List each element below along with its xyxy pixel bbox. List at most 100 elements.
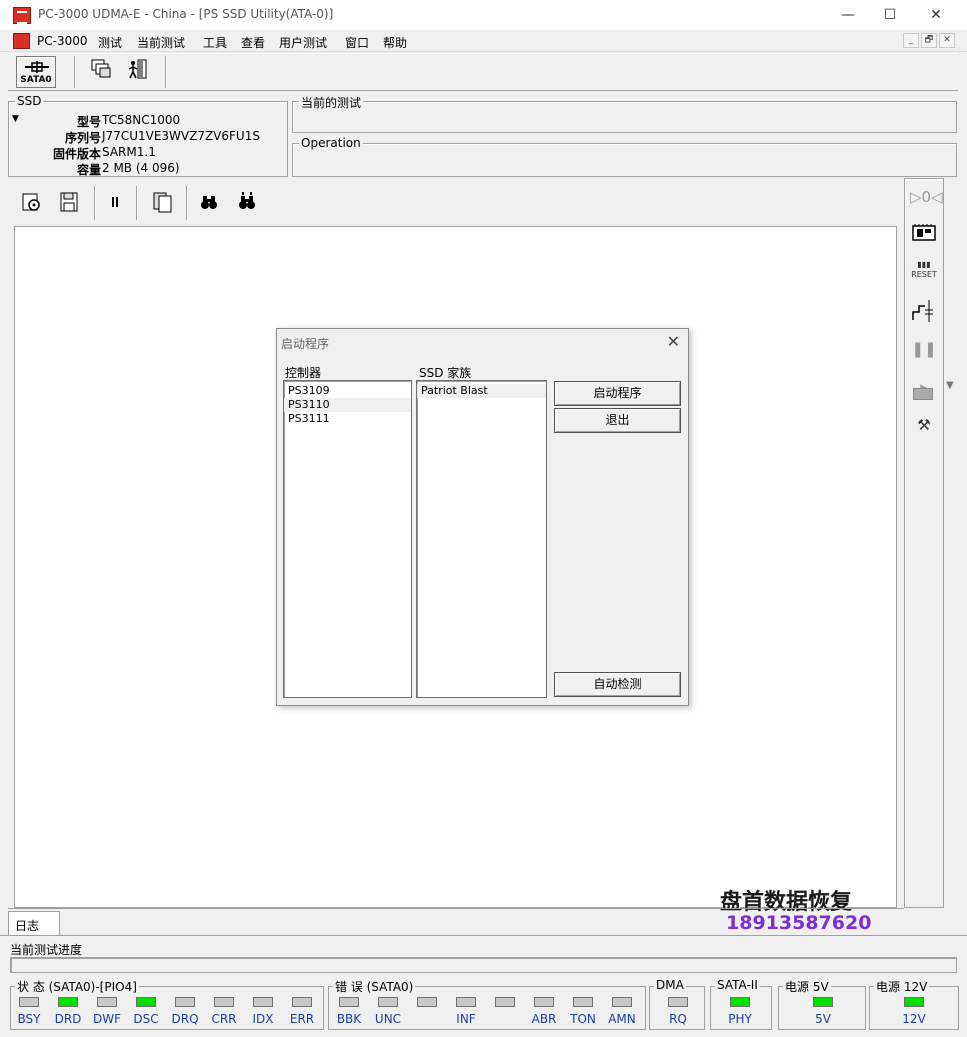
operation-title: Operation: [299, 136, 363, 150]
controller-listbox[interactable]: PS3109 PS3110 PS3111: [283, 380, 412, 698]
status-led: [730, 997, 750, 1007]
main-toolbar: [8, 53, 958, 91]
status-led: [292, 997, 312, 1007]
watermark-phone: 18913587620: [726, 912, 872, 934]
controller-item[interactable]: PS3110: [284, 398, 411, 412]
close-button[interactable]: ✕: [913, 0, 959, 30]
test-progress-bar: [10, 957, 957, 973]
serial-value: J77CU1VE3WVZ7ZV6FU1S: [102, 129, 260, 143]
status-led-label: CRR: [211, 1012, 237, 1026]
auto-detect-button[interactable]: 自动检测: [554, 672, 681, 697]
mdi-minimize-button[interactable]: _: [903, 33, 919, 48]
status-led-label: UNC: [374, 1012, 402, 1026]
app-logo-icon: [13, 7, 31, 24]
toolbar-separator: [186, 186, 188, 220]
status-led-label: IDX: [252, 1012, 274, 1026]
menu-user-test[interactable]: 用户测试: [279, 34, 327, 51]
dropdown-arrow-icon[interactable]: ▼: [946, 380, 954, 391]
menu-tools[interactable]: 工具: [203, 34, 227, 51]
window-title: PC-3000 UDMA-E - China - [PS SSD Utility…: [38, 7, 334, 21]
app-menu-icon[interactable]: [13, 33, 30, 49]
menu-help[interactable]: 帮助: [383, 34, 407, 51]
ssd-family-label: SSD 家族: [419, 366, 472, 380]
pause-right-icon[interactable]: ❚❚: [910, 336, 938, 362]
firmware-value: SARM1.1: [102, 145, 156, 159]
tools-wrench-icon[interactable]: ⚒: [910, 412, 938, 438]
status-led: [495, 997, 515, 1007]
tab-bottom-line: [0, 935, 967, 936]
menu-pc3000[interactable]: PC-3000: [37, 34, 87, 48]
status-title: 状 态 (SATA0)-[PIO4]: [15, 978, 139, 995]
status-led-label: DWF: [92, 1012, 121, 1026]
error-title: 错 误 (SATA0): [333, 978, 416, 995]
controller-item[interactable]: PS3111: [284, 412, 411, 426]
binoculars-find-icon[interactable]: [196, 190, 222, 216]
status-led-label: DSC: [133, 1012, 159, 1026]
status-led-label: DRQ: [171, 1012, 199, 1026]
firmware-label: 固件版本: [52, 147, 101, 161]
status-led: [19, 997, 39, 1007]
signal-probe-icon[interactable]: [910, 298, 938, 324]
status-led: [214, 997, 234, 1007]
status-led: [612, 997, 632, 1007]
status-led-label: AMN: [608, 1012, 636, 1026]
windows-cascade-icon[interactable]: [88, 58, 114, 84]
capacity-value: 2 MB (4 096): [102, 161, 180, 175]
status-led: [668, 997, 688, 1007]
power-toggle-icon[interactable]: ▷0◁: [910, 184, 943, 210]
binoculars-find-next-icon[interactable]: [234, 190, 260, 216]
status-led: [534, 997, 554, 1007]
dialog-title: 启动程序: [281, 337, 330, 351]
tab-divider: [8, 908, 904, 909]
menu-view[interactable]: 查看: [241, 34, 265, 51]
sata0-port-button[interactable]: SATA0: [16, 56, 56, 88]
menu-current-test[interactable]: 当前测试: [137, 34, 185, 51]
power12v-led-group: 电源 12V 12V: [869, 978, 959, 1030]
sata-title: SATA-II: [715, 978, 760, 992]
status-led-label: BSY: [17, 1012, 41, 1026]
status-led: [813, 997, 833, 1007]
ssd-family-listbox[interactable]: Patriot Blast: [416, 380, 547, 698]
serial-label: 序列号: [64, 131, 101, 145]
status-led: [339, 997, 359, 1007]
reset-icon[interactable]: ▮▮▮ RESET: [910, 260, 938, 286]
controller-item[interactable]: PS3109: [284, 384, 411, 398]
dialog-close-button[interactable]: ✕: [667, 332, 680, 351]
minimize-button[interactable]: —: [825, 0, 871, 30]
model-label: 型号: [76, 115, 101, 129]
status-led-label: BBK: [336, 1012, 362, 1026]
menu-test[interactable]: 测试: [98, 34, 122, 51]
family-item[interactable]: Patriot Blast: [417, 384, 546, 398]
right-toolbar: [904, 178, 944, 908]
settings-gear-icon[interactable]: [18, 190, 44, 216]
maximize-button[interactable]: ☐: [867, 0, 913, 30]
exit-button[interactable]: 退出: [554, 408, 681, 433]
exit-door-icon[interactable]: [124, 58, 150, 84]
pause-icon[interactable]: [102, 190, 128, 216]
toolbar-separator: [136, 186, 138, 220]
controller-label: 控制器: [285, 366, 322, 380]
ssd-group-title: SSD: [15, 94, 44, 108]
current-test-group: 当前的测试: [292, 94, 957, 133]
save-disk-icon[interactable]: [56, 190, 82, 216]
sata-connector-icon: [25, 61, 49, 73]
status-led: [97, 997, 117, 1007]
status-led: [378, 997, 398, 1007]
status-led: [58, 997, 78, 1007]
power12v-title: 电源 12V: [874, 978, 930, 995]
operation-group: Operation: [292, 136, 957, 177]
power5v-title: 电源 5V: [783, 978, 831, 995]
clipboard-icon[interactable]: [150, 190, 176, 216]
mdi-restore-button[interactable]: 🗗: [921, 33, 937, 48]
chip-board-icon[interactable]: [910, 222, 938, 248]
status-led-label: RQ: [669, 1012, 687, 1026]
mdi-close-button[interactable]: ✕: [939, 33, 955, 48]
status-led: [904, 997, 924, 1007]
current-test-title: 当前的测试: [299, 94, 364, 111]
menu-window[interactable]: 窗口: [345, 34, 369, 51]
tab-log[interactable]: 日志: [8, 911, 60, 935]
start-program-button[interactable]: 启动程序: [554, 381, 681, 406]
dma-title: DMA: [654, 978, 686, 992]
status-led: [253, 997, 273, 1007]
status-led: [136, 997, 156, 1007]
